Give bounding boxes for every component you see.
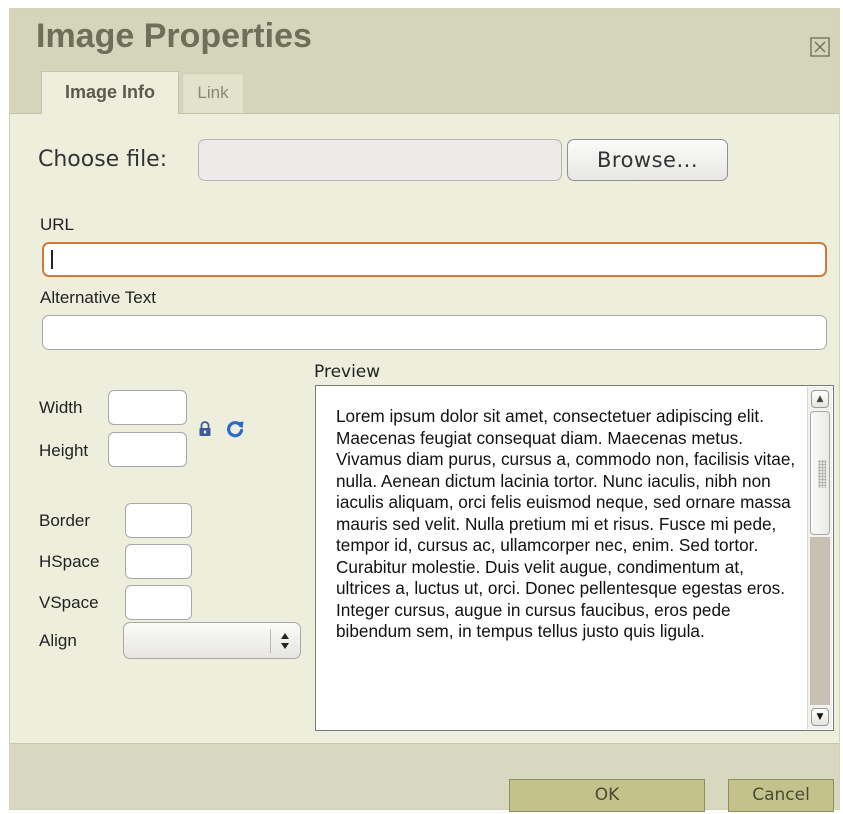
lock-icon[interactable] — [198, 421, 212, 437]
vspace-input[interactable] — [125, 585, 192, 620]
close-icon[interactable] — [810, 37, 830, 57]
hspace-label: HSpace — [39, 552, 100, 571]
dialog-title: Image Properties — [36, 17, 312, 55]
dialog-header: Image Properties Image Info Link — [10, 9, 839, 114]
reset-size-icon[interactable] — [225, 419, 245, 439]
vspace-label: VSpace — [39, 593, 99, 612]
align-label: Align — [39, 631, 77, 650]
scroll-up-arrow-icon[interactable]: ▲ — [811, 390, 829, 408]
image-properties-dialog: Image Properties Image Info Link Choose … — [9, 8, 840, 812]
cancel-button[interactable]: Cancel — [728, 779, 834, 812]
preview-scrollbar[interactable]: ▲ ▼ — [807, 387, 832, 729]
dialog-footer: OK Cancel — [10, 743, 839, 812]
file-path-field[interactable] — [198, 139, 562, 181]
preview-label: Preview — [314, 362, 381, 382]
width-input[interactable] — [108, 390, 187, 425]
select-divider — [270, 629, 271, 653]
width-label: Width — [39, 398, 83, 417]
choose-file-label: Choose file: — [38, 147, 168, 172]
border-label: Border — [39, 511, 91, 530]
height-input[interactable] — [108, 432, 187, 467]
scroll-down-arrow-icon[interactable]: ▼ — [811, 708, 829, 726]
border-input[interactable] — [125, 503, 192, 538]
scrollbar-thumb[interactable] — [810, 411, 830, 535]
hspace-input[interactable] — [125, 544, 192, 579]
up-down-arrows-icon — [279, 631, 291, 651]
height-label: Height — [39, 441, 89, 460]
url-label: URL — [40, 215, 75, 234]
alt-text-label: Alternative Text — [40, 288, 156, 307]
scrollbar-track[interactable] — [810, 537, 830, 705]
preview-box: Lorem ipsum dolor sit amet, consectetuer… — [315, 385, 834, 731]
url-input[interactable] — [42, 242, 827, 277]
tab-link[interactable]: Link — [182, 73, 244, 113]
alt-text-input[interactable] — [42, 315, 827, 350]
tab-image-info[interactable]: Image Info — [41, 71, 179, 114]
preview-text: Lorem ipsum dolor sit amet, consectetuer… — [336, 406, 796, 641]
align-select[interactable] — [123, 622, 301, 659]
text-caret — [51, 250, 53, 269]
browse-button[interactable]: Browse... — [567, 139, 728, 181]
scrollbar-grip — [818, 460, 826, 488]
ok-button[interactable]: OK — [509, 779, 705, 812]
